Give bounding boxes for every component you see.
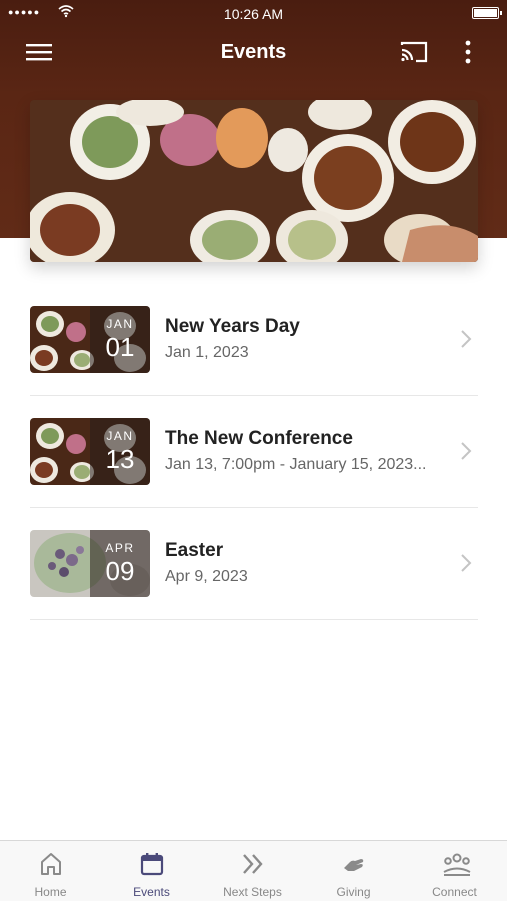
chevron-right-icon	[461, 330, 472, 348]
calendar-icon	[140, 853, 164, 876]
tab-giving[interactable]: Giving	[303, 841, 404, 901]
chevron-right-icon	[461, 554, 472, 572]
event-day: 09	[105, 556, 135, 586]
tab-home[interactable]: Home	[0, 841, 101, 901]
event-day: 01	[105, 332, 135, 362]
people-icon	[443, 853, 471, 876]
tab-connect[interactable]: Connect	[404, 841, 505, 901]
event-thumbnail: APR 09	[30, 530, 150, 597]
event-date-text: Apr 9, 2023	[165, 568, 248, 585]
featured-event-banner-image[interactable]	[30, 100, 478, 262]
event-title: The New Conference	[165, 428, 353, 449]
status-bar: ●●●●● 10:26 AM	[0, 0, 507, 28]
tab-label: Giving	[336, 885, 371, 899]
event-month: JAN	[106, 317, 134, 331]
event-list-item[interactable]: JAN 13 The New Conference Jan 13, 7:00pm…	[30, 396, 478, 508]
page-title: Events	[220, 41, 287, 63]
tab-events[interactable]: Events	[101, 841, 202, 901]
tab-label: Connect	[432, 885, 477, 899]
events-list: JAN 01 New Years Day Jan 1, 2023 JAN 13 …	[30, 284, 478, 620]
hamburger-icon[interactable]	[24, 38, 54, 66]
battery-icon	[472, 7, 502, 19]
event-month: APR	[105, 541, 135, 555]
cast-icon[interactable]	[398, 38, 430, 66]
event-thumbnail: JAN 01	[30, 306, 150, 373]
event-list-item[interactable]: APR 09 Easter Apr 9, 2023	[30, 508, 478, 620]
event-date-text: Jan 1, 2023	[165, 344, 249, 361]
event-date-badge: JAN 13	[90, 418, 150, 485]
tab-label: Next Steps	[223, 885, 282, 899]
tab-label: Home	[34, 885, 67, 899]
status-time: 10:26 AM	[223, 6, 284, 22]
event-date-text: Jan 13, 7:00pm - January 15, 2023...	[165, 456, 427, 473]
event-list-item[interactable]: JAN 01 New Years Day Jan 1, 2023	[30, 284, 478, 396]
event-date-badge: JAN 01	[90, 306, 150, 373]
tab-label: Events	[133, 885, 170, 899]
event-month: JAN	[106, 429, 134, 443]
event-title: New Years Day	[165, 316, 300, 337]
home-icon	[41, 853, 61, 875]
hand-icon	[344, 859, 364, 871]
bottom-tab-bar: Home Events Next Steps Giving Connect	[0, 840, 507, 901]
event-day: 13	[105, 444, 135, 474]
double-chevron-icon	[243, 854, 263, 874]
event-title: Easter	[165, 540, 224, 561]
top-navigation-bar: Events	[0, 30, 507, 74]
tab-next-steps[interactable]: Next Steps	[202, 841, 303, 901]
event-thumbnail: JAN 13	[30, 418, 150, 485]
chevron-right-icon	[461, 442, 472, 460]
more-vertical-icon[interactable]	[456, 38, 480, 66]
event-date-badge: APR 09	[90, 530, 150, 597]
